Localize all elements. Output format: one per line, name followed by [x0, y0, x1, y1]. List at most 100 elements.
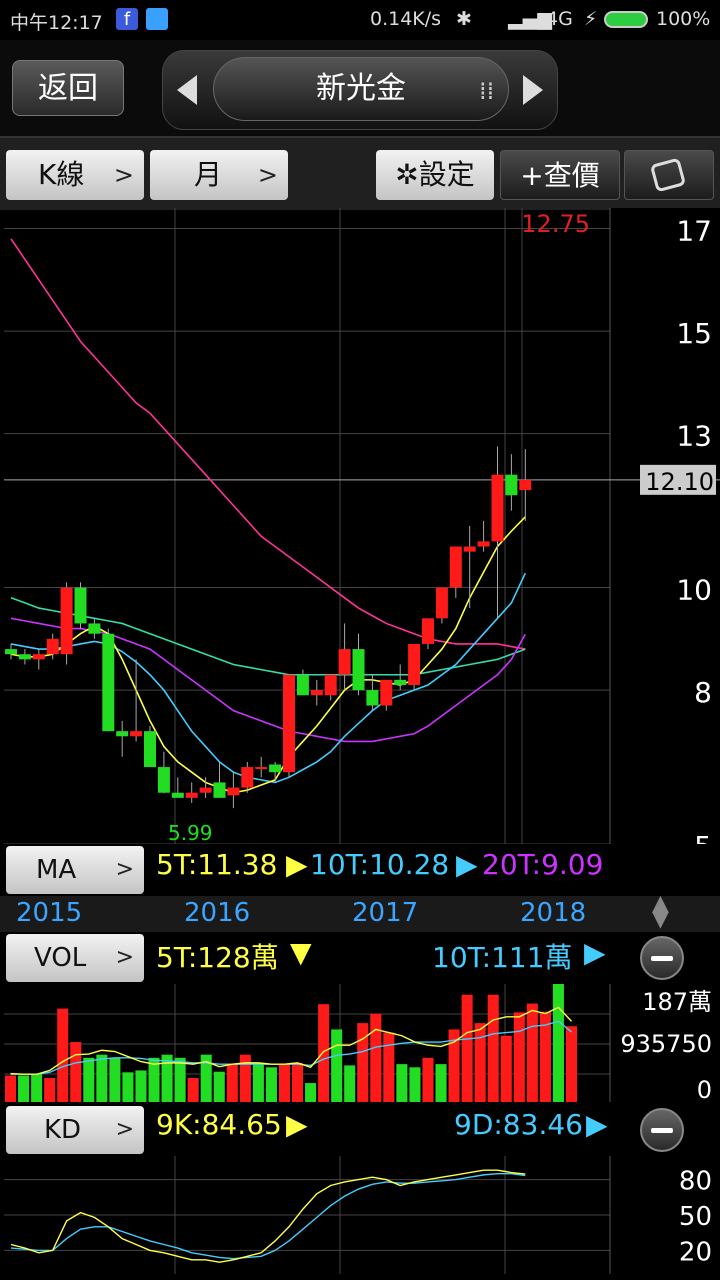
volume-bar: [318, 1004, 330, 1102]
volume-ma-lines: [10, 1006, 572, 1075]
candle: [422, 618, 434, 644]
volume-bar: [461, 994, 473, 1102]
volume-bars: [5, 983, 577, 1102]
volume-bar: [409, 1067, 421, 1102]
chart-toolbar: K線 > 月 > ✲設定 +查價: [0, 136, 720, 210]
candle: [310, 690, 323, 696]
kd-d-line: [10, 1173, 526, 1260]
volume-bar: [109, 1057, 121, 1102]
status-time: 中午12:17: [10, 12, 103, 34]
header-bar: 返回 新光金 ⁞⁞: [0, 40, 720, 136]
vol10-value: 10T:111萬: [432, 941, 573, 974]
network-type: 4G: [546, 8, 573, 30]
min-price-label: 5.99: [168, 821, 213, 845]
vol-legend-row: VOL > 5T:128萬 ▼ 10T:111萬 ▶: [0, 932, 720, 984]
k-arrow-icon: ▶: [286, 1108, 308, 1141]
candle: [324, 674, 337, 696]
volume-bar: [331, 1029, 343, 1102]
volume-axis-label: 0: [697, 1076, 712, 1104]
settings-button[interactable]: ✲設定: [376, 150, 494, 200]
stock-switcher: 新光金 ⁞⁞: [162, 50, 558, 130]
candle: [5, 649, 17, 655]
candle: [88, 623, 101, 634]
volume-bar: [565, 1026, 577, 1102]
rotate-screen-button[interactable]: [624, 150, 714, 200]
year-label: 2015: [16, 898, 83, 928]
k-value: 9K:84.65: [156, 1108, 282, 1141]
volume-bar: [174, 1057, 186, 1102]
price-tick-label: 10: [676, 574, 712, 607]
kd-lines: [10, 1169, 526, 1263]
volume-bar: [474, 1023, 486, 1102]
ma-selector-label: MA: [36, 855, 77, 885]
grip-icon[interactable]: ⁞⁞: [479, 77, 494, 105]
ma20-value: 20T:9.09: [482, 848, 604, 881]
candle: [352, 649, 365, 691]
d-arrow-icon: ▶: [586, 1108, 608, 1141]
volume-bar: [96, 1054, 108, 1102]
chart-type-label: K線: [38, 158, 85, 191]
volume-bar: [83, 1057, 95, 1102]
last-price-label: 12.10: [645, 468, 714, 496]
volume-bar: [44, 1078, 56, 1102]
volume-bar: [278, 1064, 290, 1102]
price-axis-bg: [610, 208, 720, 844]
volume-bar: [239, 1054, 251, 1102]
volume-axis-label: 935750: [620, 1030, 712, 1058]
ma10-line: [10, 572, 527, 784]
candle: [519, 479, 532, 491]
ma5-arrow-icon: ▶: [286, 848, 308, 881]
facebook-icon: f: [116, 8, 138, 30]
candle: [366, 690, 379, 706]
year-label: 2018: [520, 898, 587, 928]
volume-bar: [552, 983, 564, 1102]
collapse-vol-button[interactable]: [640, 936, 684, 980]
volume-bar: [57, 1008, 69, 1102]
candle: [505, 474, 518, 496]
volume-bar: [344, 1065, 356, 1102]
candle: [60, 587, 73, 655]
d-value: 9D:83.46: [454, 1108, 583, 1141]
price-tick-label: 8: [694, 676, 712, 709]
resize-handle-icon[interactable]: ▲ ▼: [652, 893, 669, 931]
chevron-right-icon: >: [115, 945, 134, 970]
candle: [269, 764, 282, 773]
next-stock-arrow-icon[interactable]: [523, 75, 543, 105]
ma20-line: [10, 617, 527, 743]
candle: [296, 674, 309, 696]
year-label: 2016: [184, 898, 251, 928]
price-lookup-button[interactable]: +查價: [500, 150, 620, 200]
volume-bar: [500, 1035, 512, 1102]
candle: [477, 541, 490, 547]
vol10-arrow-icon: ▶: [584, 936, 606, 969]
kd-labels: 80 50 20: [679, 1167, 712, 1268]
candle: [338, 649, 351, 675]
year-axis: 2015 2016 2017 2018 ▲ ▼: [0, 893, 720, 932]
stock-name[interactable]: 新光金: [213, 57, 509, 121]
candle: [18, 654, 31, 660]
battery-icon: [604, 11, 648, 28]
vol-selector-button[interactable]: VOL >: [6, 934, 144, 982]
candle: [449, 546, 462, 588]
candle: [102, 633, 115, 732]
chart-type-button[interactable]: K線 >: [6, 150, 144, 200]
candle: [435, 587, 448, 619]
volume-bar: [187, 1078, 199, 1102]
prev-stock-arrow-icon[interactable]: [177, 75, 197, 105]
price-tick-label: 13: [676, 420, 712, 453]
volume-bar: [292, 1062, 304, 1102]
price-tick-label: 17: [676, 215, 712, 248]
ma_long2-line: [10, 597, 526, 676]
volume-bar: [213, 1071, 225, 1102]
vol5-value: 5T:128萬: [156, 941, 279, 974]
period-button[interactable]: 月 >: [150, 150, 288, 200]
ma-selector-button[interactable]: MA >: [6, 846, 144, 894]
price-candles: [5, 446, 532, 809]
volume-bar: [370, 1013, 382, 1102]
rotate-icon: [649, 157, 687, 193]
collapse-kd-button[interactable]: [640, 1108, 684, 1152]
kd-selector-button[interactable]: KD >: [6, 1106, 144, 1154]
candle: [171, 792, 184, 798]
candle: [130, 731, 143, 737]
back-button[interactable]: 返回: [12, 60, 124, 116]
